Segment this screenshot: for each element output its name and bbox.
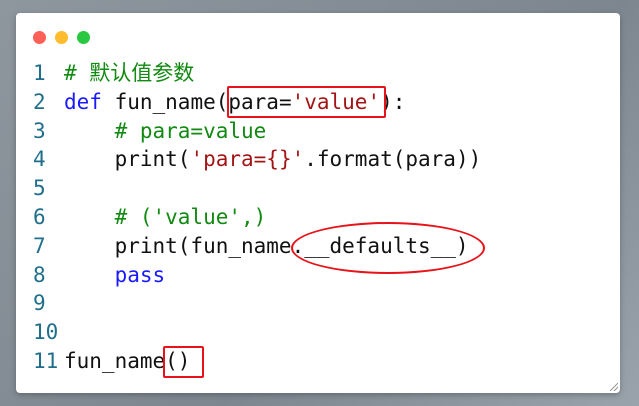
- line-text: pass: [64, 261, 166, 290]
- highlight-ellipse-defaults: [291, 222, 485, 274]
- code-token-string: 'para={}': [190, 147, 305, 172]
- line-number: 2: [33, 89, 46, 114]
- line-number: 11: [33, 348, 59, 373]
- code-token-plain: print(: [64, 147, 191, 172]
- code-token-plain: fun_name(: [101, 89, 229, 114]
- highlight-box-default-param: [227, 86, 386, 118]
- line-text: # para=value: [64, 117, 267, 146]
- line-number: 10: [33, 320, 59, 345]
- code-token-comment: # para=value: [114, 118, 267, 143]
- maximize-button[interactable]: [77, 31, 90, 44]
- code-token-keyword: pass: [114, 262, 166, 287]
- line-text: print('para={}'.format(para)): [64, 145, 482, 174]
- code-token-comment: # ('value',): [114, 204, 267, 229]
- line-number: 9: [33, 291, 46, 316]
- line-number: 7: [33, 233, 46, 258]
- highlight-box-call-parens: [163, 346, 204, 378]
- line-number: 5: [33, 176, 46, 201]
- line-number: 8: [33, 262, 46, 287]
- code-token-plain: .format(para)): [304, 147, 482, 172]
- close-button[interactable]: [33, 31, 46, 44]
- minimize-button[interactable]: [55, 31, 68, 44]
- line-number: 6: [33, 204, 46, 229]
- resize-grip-icon[interactable]: [610, 383, 618, 391]
- line-number: 3: [33, 118, 46, 143]
- line-number: 4: [33, 147, 46, 172]
- code-window: 1 # 默认值参数 2 def fun_name(para='value'): 3 # …: [16, 13, 620, 393]
- line-text: # ('value',): [64, 203, 267, 232]
- code-token-keyword: def: [64, 89, 102, 114]
- code-token-comment: # 默认值参数: [64, 61, 195, 85]
- line-number: 1: [33, 61, 46, 85]
- line-text: # 默认值参数: [64, 59, 194, 88]
